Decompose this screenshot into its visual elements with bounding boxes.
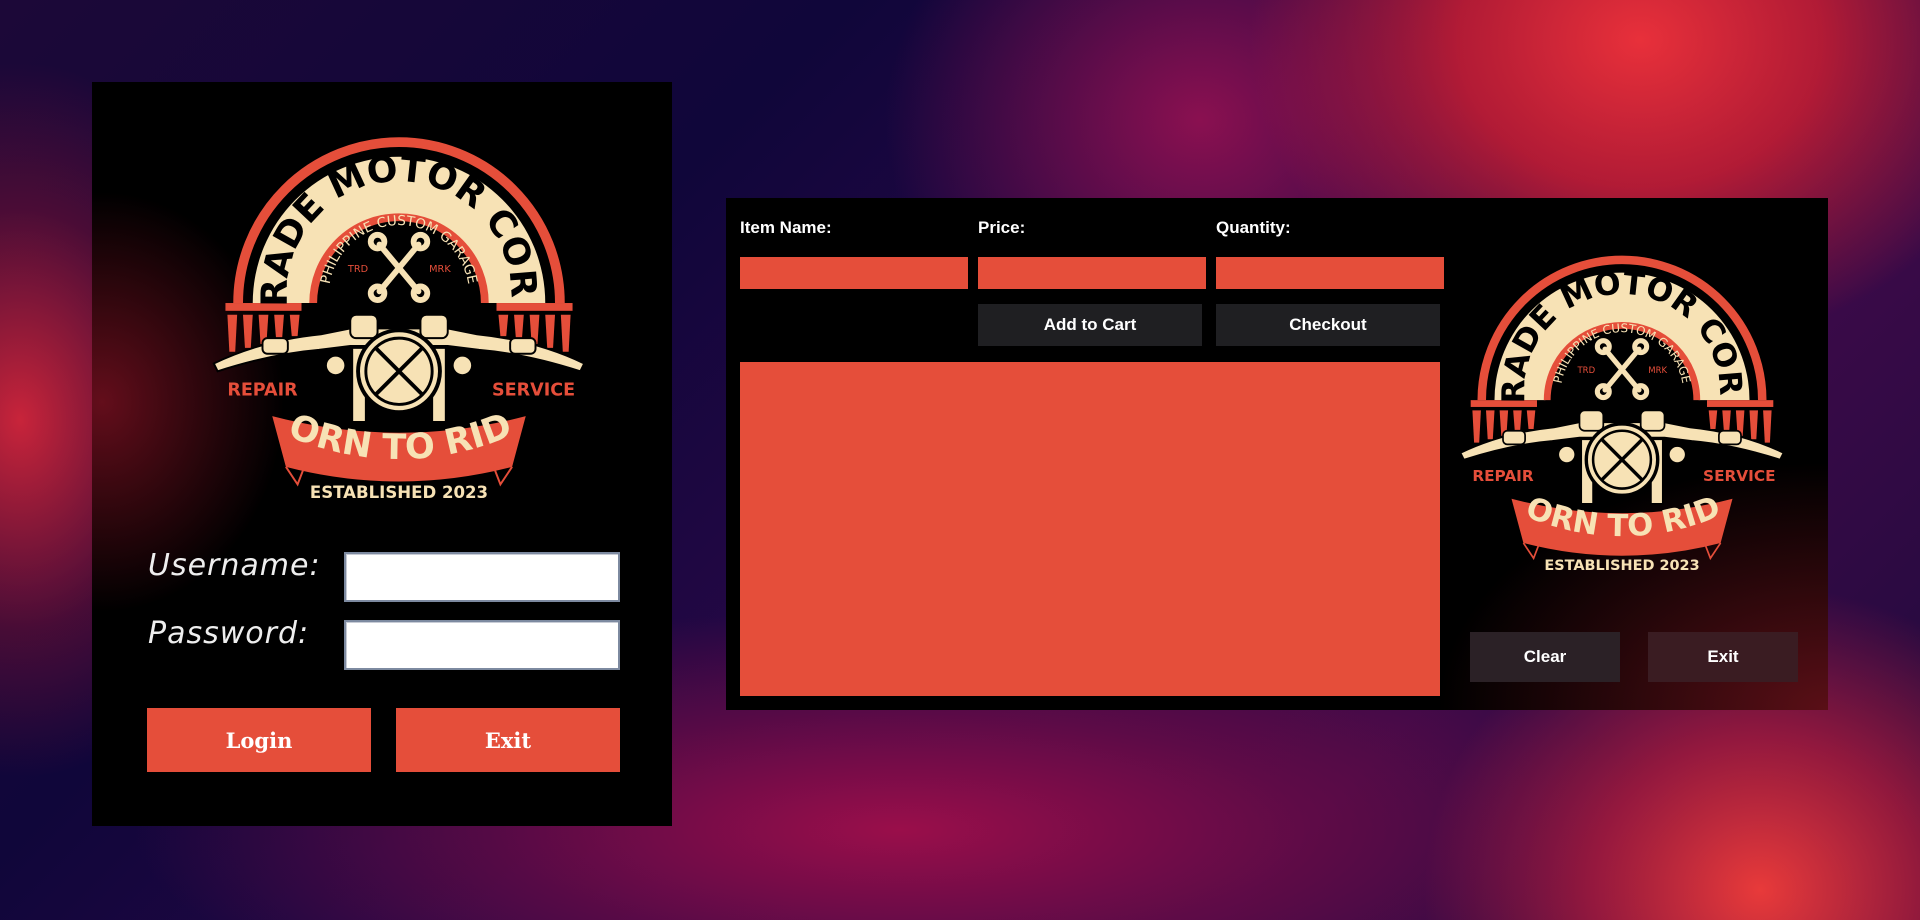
quantity-input[interactable] bbox=[1216, 257, 1444, 289]
quantity-label: Quantity: bbox=[1216, 218, 1291, 237]
add-to-cart-button[interactable]: Add to Cart bbox=[978, 304, 1202, 346]
login-button[interactable]: Login bbox=[147, 708, 371, 772]
logo-right-word: SERVICE bbox=[492, 381, 575, 401]
checkout-button[interactable]: Checkout bbox=[1216, 304, 1440, 346]
item-name-input[interactable] bbox=[740, 257, 968, 289]
trade-motor-logo: TRADE MOTOR CORP. PHILIPPINE CUSTOM GARA… bbox=[1452, 230, 1785, 572]
price-label: Price: bbox=[978, 218, 1026, 237]
login-panel: TRADE MOTOR CORP. PHILIPPINE CUSTOM GARA… bbox=[92, 82, 672, 826]
logo-mark-left: TRD bbox=[347, 264, 368, 275]
login-exit-button[interactable]: Exit bbox=[396, 708, 620, 772]
clear-button[interactable]: Clear bbox=[1470, 632, 1620, 682]
logo-established: ESTABLISHED 2023 bbox=[1544, 558, 1699, 572]
wrench-icon bbox=[1594, 338, 1650, 401]
price-input[interactable] bbox=[978, 257, 1206, 289]
item-name-label: Item Name: bbox=[740, 218, 832, 237]
motorcycle-icon bbox=[1459, 409, 1785, 505]
username-input[interactable] bbox=[344, 552, 620, 602]
trade-motor-logo: TRADE MOTOR CORP. PHILIPPINE CUSTOM GARA… bbox=[204, 108, 586, 500]
cart-contents-area[interactable] bbox=[740, 362, 1440, 696]
logo-established: ESTABLISHED 2023 bbox=[310, 483, 488, 500]
cart-panel: Item Name: Price: Quantity: Add to Cart … bbox=[726, 198, 1828, 710]
password-input[interactable] bbox=[344, 620, 620, 670]
password-label: Password: bbox=[148, 616, 310, 651]
logo-right-word: SERVICE bbox=[1703, 467, 1775, 485]
logo-left-word: REPAIR bbox=[1472, 467, 1534, 485]
logo-left-word: REPAIR bbox=[227, 381, 298, 401]
logo-mark-right: MRK bbox=[429, 264, 451, 275]
cart-exit-button[interactable]: Exit bbox=[1648, 632, 1798, 682]
motorcycle-icon bbox=[212, 313, 586, 423]
username-label: Username: bbox=[148, 548, 321, 583]
logo-mark-right: MRK bbox=[1648, 366, 1667, 376]
wrench-icon bbox=[367, 231, 431, 304]
logo-mark-left: TRD bbox=[1576, 366, 1595, 376]
